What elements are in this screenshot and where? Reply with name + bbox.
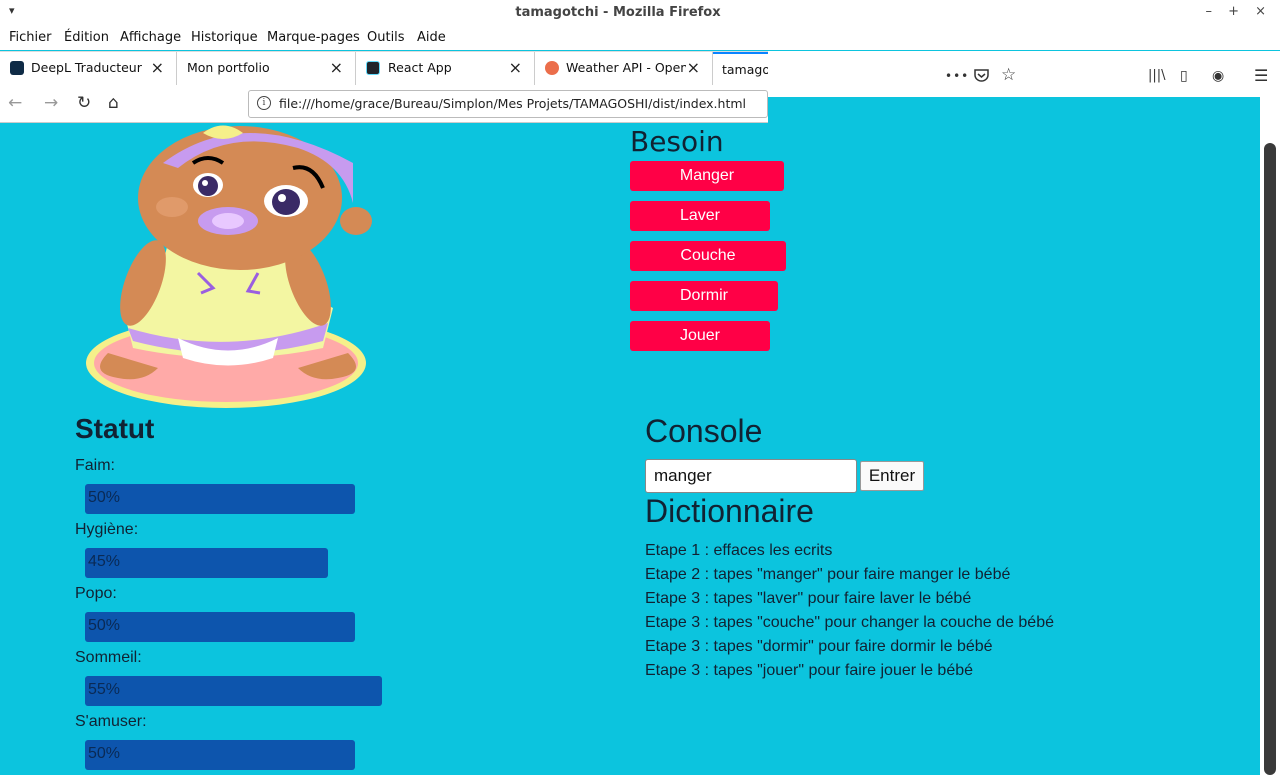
star-icon[interactable]: ☆: [1001, 65, 1016, 85]
popo-value: 50%: [88, 617, 121, 634]
hygiene-bar: 45%: [85, 548, 328, 578]
popo-label: Popo:: [75, 585, 117, 602]
info-icon[interactable]: i: [257, 96, 271, 110]
forward-icon[interactable]: →: [44, 93, 58, 113]
tab-weather-api[interactable]: Weather API - OpenW ×: [535, 52, 713, 85]
faim-bar: 50%: [85, 484, 355, 514]
menubar: Fichier Édition Affichage Historique Mar…: [0, 27, 1280, 50]
deepl-icon: [10, 61, 24, 75]
page-content: Besoin Manger Laver Couche Dormir Jouer …: [0, 123, 1260, 775]
samuser-bar: 50%: [85, 740, 355, 770]
menu-aide[interactable]: Aide: [417, 30, 446, 45]
popo-bar: 50%: [85, 612, 355, 642]
faim-value: 50%: [88, 489, 121, 506]
reload-icon[interactable]: ↻: [77, 93, 91, 113]
couche-button[interactable]: Couche: [630, 241, 786, 271]
dictionnaire-line: Etape 2 : tapes "manger" pour faire mang…: [645, 566, 1011, 583]
tab-portfolio[interactable]: Mon portfolio ×: [177, 52, 356, 85]
menu-outils[interactable]: Outils: [367, 30, 405, 45]
close-icon[interactable]: ×: [330, 58, 343, 77]
hamburger-menu-icon[interactable]: ☰: [1254, 66, 1268, 85]
besoin-title: Besoin: [630, 125, 724, 158]
library-icon[interactable]: |||\: [1148, 68, 1166, 83]
sommeil-value: 55%: [88, 681, 121, 698]
jouer-button[interactable]: Jouer: [630, 321, 770, 351]
console-input[interactable]: [645, 459, 857, 493]
tab-label: Weather API - OpenW: [566, 60, 686, 75]
dictionnaire-title: Dictionnaire: [645, 493, 814, 529]
baby-illustration: [86, 125, 372, 408]
tab-label: Mon portfolio: [187, 60, 270, 75]
react-icon: [366, 61, 380, 75]
samuser-value: 50%: [88, 745, 121, 762]
menu-historique[interactable]: Historique: [191, 30, 258, 45]
tab-react-app[interactable]: React App ×: [356, 52, 535, 85]
home-icon[interactable]: ⌂: [108, 93, 119, 113]
sommeil-label: Sommeil:: [75, 649, 142, 666]
navigation-bar: ← → ↻ ⌂ i file:///home/grace/Bureau/Simp…: [0, 85, 768, 123]
back-icon[interactable]: ←: [8, 93, 22, 113]
dictionnaire-line: Etape 3 : tapes "jouer" pour faire jouer…: [645, 662, 974, 679]
enter-button[interactable]: Entrer: [860, 461, 924, 491]
url-text[interactable]: file:///home/grace/Bureau/Simplon/Mes Pr…: [279, 96, 746, 111]
sommeil-bar: 55%: [85, 676, 382, 706]
sidebar-icon[interactable]: ▯: [1180, 68, 1188, 84]
laver-button[interactable]: Laver: [630, 201, 770, 231]
menu-marque-pages[interactable]: Marque-pages: [267, 30, 360, 45]
hygiene-value: 45%: [88, 553, 121, 570]
manger-button[interactable]: Manger: [630, 161, 784, 191]
dormir-button[interactable]: Dormir: [630, 281, 778, 311]
menu-edition[interactable]: Édition: [64, 30, 109, 45]
window-controls[interactable]: – + ×: [1205, 4, 1272, 19]
statut-title: Statut: [75, 413, 155, 444]
close-icon[interactable]: ×: [687, 58, 700, 77]
tab-deepl[interactable]: DeepL Traducteur ×: [0, 52, 177, 85]
page-scrollbar[interactable]: [1260, 97, 1280, 775]
dictionnaire-line: Etape 3 : tapes "dormir" pour faire dorm…: [645, 638, 993, 655]
samuser-label: S'amuser:: [75, 713, 147, 730]
toolbar-right: ••• ☆ |||\ ▯ ◉ ☰: [768, 51, 1280, 97]
close-icon[interactable]: ×: [509, 58, 522, 77]
weather-icon: [545, 61, 559, 75]
tab-label: tamagot: [722, 62, 775, 77]
more-icon[interactable]: •••: [945, 69, 969, 83]
tab-label: React App: [388, 60, 452, 75]
hygiene-label: Hygiène:: [75, 521, 139, 538]
menu-affichage[interactable]: Affichage: [120, 30, 181, 45]
pocket-icon[interactable]: [974, 68, 989, 86]
faim-label: Faim:: [75, 457, 115, 474]
console-title: Console: [645, 413, 763, 449]
dictionnaire-line: Etape 1 : effaces les ecrits: [645, 542, 833, 559]
tab-label: DeepL Traducteur: [31, 60, 142, 75]
menu-fichier[interactable]: Fichier: [9, 30, 52, 45]
url-bar[interactable]: i file:///home/grace/Bureau/Simplon/Mes …: [248, 90, 768, 118]
close-icon[interactable]: ×: [151, 58, 164, 77]
scrollbar-thumb[interactable]: [1264, 143, 1276, 775]
window-titlebar: ▾ tamagotchi - Mozilla Firefox – + ×: [0, 0, 1280, 27]
dictionnaire-line: Etape 3 : tapes "couche" pour changer la…: [645, 614, 1054, 631]
dictionnaire-line: Etape 3 : tapes "laver" pour faire laver…: [645, 590, 972, 607]
account-icon[interactable]: ◉: [1212, 68, 1224, 84]
window-title: tamagotchi - Mozilla Firefox: [515, 5, 721, 20]
